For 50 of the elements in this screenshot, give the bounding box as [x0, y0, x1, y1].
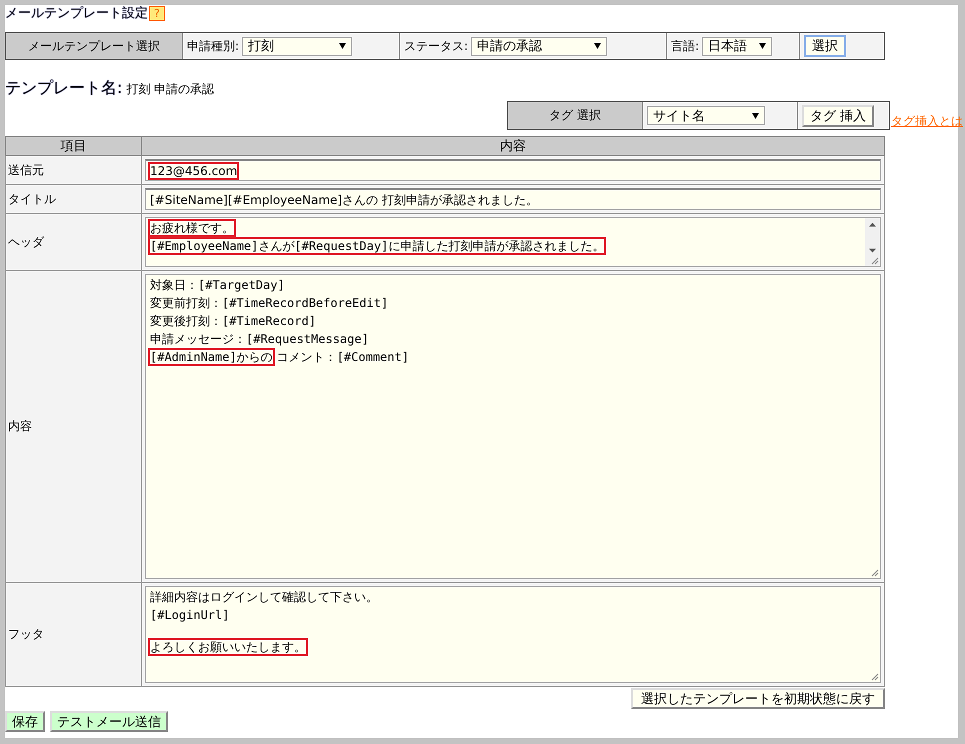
dropdown-arrow-icon: [752, 112, 759, 118]
row-label: 送信元: [6, 156, 142, 184]
dropdown-arrow-icon: [339, 43, 346, 49]
text-line: [#LoginUrl]: [149, 607, 230, 624]
template-name-label: テンプレート名:: [5, 78, 122, 99]
text-line: 対象日：[#TargetDay]: [149, 277, 286, 294]
text-line: 変更前打刻：[#TimeRecordBeforeEdit]: [149, 295, 390, 312]
text-line: 申請メッセージ：[#RequestMessage]: [149, 331, 370, 348]
text-line: コメント：[#Comment]: [276, 349, 410, 366]
dropdown[interactable]: 打刻: [242, 36, 352, 56]
row-label: ヘッダ: [6, 214, 142, 270]
input-field[interactable]: 123@456.com: [145, 159, 881, 181]
dropdown[interactable]: 申請の承認: [471, 36, 608, 56]
resize-grip-icon[interactable]: [871, 673, 879, 681]
dropdown-arrow-icon: [594, 43, 602, 49]
field-label: ステータス:: [404, 38, 468, 54]
row-label: タイトル: [6, 184, 142, 214]
highlighted-text: 123@456.com: [148, 162, 240, 180]
scrollbar-drawing[interactable]: [865, 218, 880, 266]
row-label: 内容: [6, 270, 142, 582]
column-header: 内容: [142, 136, 884, 156]
resize-grip-icon[interactable]: [871, 257, 879, 265]
column-header: 項目: [6, 136, 142, 156]
page-title: メールテンプレート設定: [5, 5, 148, 22]
text-line: 詳細内容はログインして確認して下さい。: [149, 589, 379, 606]
text-line: [#SiteName][#EmployeeName]さんの 打刻申請が承認されました。: [149, 192, 539, 208]
selector-label: メールテンプレート選択: [6, 33, 183, 59]
template-name: 打刻 申請の承認: [126, 81, 214, 98]
reset-template-button[interactable]: 選択したテンプレートを初期状態に戻す: [631, 688, 885, 709]
field-label: 申請種別:: [187, 38, 240, 54]
row-label: フッタ: [6, 582, 142, 686]
text-area[interactable]: 対象日：[#TargetDay] 変更前打刻：[#TimeRecordBeforeEdit] 変更後打刻：[#TimeRecord] 申請メッセージ：[#RequestMessage] [#AdminName]からの コメント：[#Comment]: [145, 274, 881, 579]
tag-dropdown[interactable]: サイト名: [647, 106, 765, 125]
text-line: 変更後打刻：[#TimeRecord]: [149, 313, 317, 330]
highlighted-text: [#EmployeeName]さんが[#RequestDay]に申請した打刻申請が承認されました。: [148, 237, 606, 255]
insert-tag-button[interactable]: タグ 挿入: [802, 104, 874, 126]
dropdown-arrow-icon: [759, 43, 766, 49]
highlighted-text: よろしくお願いいたします。: [148, 638, 308, 656]
text-area[interactable]: 詳細内容はログインして確認して下さい。 [#LoginUrl] よろしくお願いいたします。: [145, 586, 881, 683]
text-area[interactable]: お疲れ様です。 [#EmployeeName]さんが[#RequestDay]に申請した打刻申請が承認されました。: [145, 217, 881, 267]
input-field[interactable]: [#SiteName][#EmployeeName]さんの 打刻申請が承認されました。: [145, 188, 881, 210]
highlighted-text: [#AdminName]からの: [148, 348, 275, 366]
dropdown[interactable]: 日本語: [702, 36, 772, 56]
tag-select-label: タグ 選択: [508, 102, 643, 129]
action-button[interactable]: テストメール送信: [50, 711, 168, 732]
field-label: 言語:: [671, 38, 700, 54]
highlighted-text: お疲れ様です。: [148, 219, 236, 237]
select-button[interactable]: 選択: [804, 35, 846, 57]
action-button[interactable]: 保存: [5, 711, 45, 732]
resize-grip-icon[interactable]: [871, 569, 879, 577]
